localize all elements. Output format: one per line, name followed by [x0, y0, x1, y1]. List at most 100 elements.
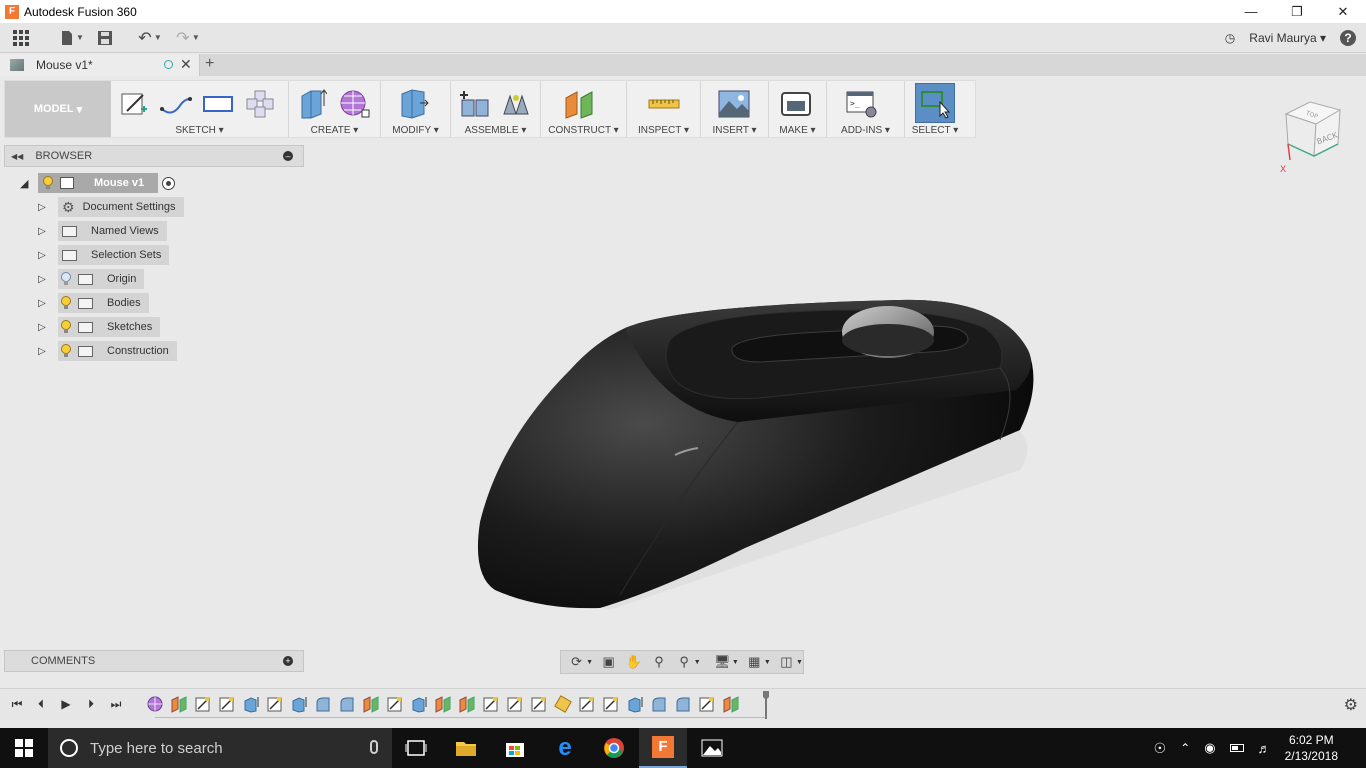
- modify-menu[interactable]: MODIFY ▾: [381, 125, 450, 136]
- zoom-caret-icon[interactable]: ▼: [694, 659, 701, 666]
- tree-item-construction[interactable]: ▷ Construction: [38, 341, 177, 361]
- timeline-plane-feature-icon[interactable]: [170, 695, 188, 713]
- expander-icon[interactable]: ▷: [38, 322, 58, 333]
- create-menu[interactable]: CREATE ▾: [289, 125, 380, 136]
- construct-menu[interactable]: CONSTRUCT ▾: [541, 125, 626, 136]
- expander-icon[interactable]: ▷: [38, 202, 58, 213]
- add-comment-icon[interactable]: +: [283, 656, 293, 666]
- timeline-extrude-feature-icon[interactable]: [410, 695, 428, 713]
- new-tab-icon[interactable]: +: [205, 55, 214, 73]
- minimize-browser-icon[interactable]: –: [283, 151, 293, 161]
- pan-icon[interactable]: ✋: [624, 652, 643, 672]
- orbit-icon[interactable]: ⟳: [567, 652, 586, 672]
- insert-menu[interactable]: INSERT ▾: [701, 125, 768, 136]
- timeline-sketch-feature-icon[interactable]: [530, 695, 548, 713]
- timeline-sketch-feature-icon[interactable]: [482, 695, 500, 713]
- view-cube[interactable]: TOP BACK X: [1280, 96, 1344, 174]
- clock[interactable]: 6:02 PM 2/13/2018: [1285, 732, 1338, 764]
- expander-icon[interactable]: ▷: [38, 298, 58, 309]
- display-caret-icon[interactable]: ▼: [732, 659, 739, 666]
- expander-icon[interactable]: ▷: [38, 226, 58, 237]
- timeline-plane-feature-icon[interactable]: [362, 695, 380, 713]
- edge-browser-icon[interactable]: e: [541, 728, 589, 768]
- add-ins-menu[interactable]: ADD-INS ▾: [827, 125, 904, 136]
- windows-start-icon[interactable]: [0, 728, 48, 768]
- grid-settings-icon[interactable]: ▦: [745, 652, 764, 672]
- scripts-addins-icon[interactable]: >_: [845, 87, 879, 121]
- expander-icon[interactable]: ▷: [38, 274, 58, 285]
- visibility-bulb-icon[interactable]: [58, 319, 74, 335]
- timeline-fillet-feature-icon[interactable]: [314, 695, 332, 713]
- timeline-sketch-feature-icon[interactable]: [266, 695, 284, 713]
- activate-component-icon[interactable]: [162, 176, 176, 190]
- timeline-sketch-feature-icon[interactable]: [386, 695, 404, 713]
- zoom-icon[interactable]: ⚲: [649, 652, 668, 672]
- task-view-icon[interactable]: [392, 728, 440, 768]
- sketch-group[interactable]: SKETCH ▾: [111, 81, 289, 137]
- minimize-button[interactable]: —: [1228, 0, 1274, 23]
- measure-icon[interactable]: [647, 87, 681, 121]
- visibility-bulb-icon[interactable]: [58, 343, 74, 359]
- document-tab[interactable]: Mouse v1* ✕: [0, 54, 200, 76]
- visibility-bulb-off-icon[interactable]: [58, 271, 74, 287]
- wifi-icon[interactable]: ◉: [1204, 740, 1215, 756]
- offset-plane-icon[interactable]: [563, 87, 597, 121]
- visibility-bulb-icon[interactable]: [40, 175, 56, 191]
- display-settings-icon[interactable]: 🖥: [713, 652, 732, 672]
- save-icon[interactable]: [92, 25, 118, 51]
- new-component-icon[interactable]: [457, 87, 491, 121]
- timeline-shell-feature-icon[interactable]: [554, 695, 572, 713]
- tree-item-document-settings[interactable]: ▷ ⚙ Document Settings: [38, 197, 184, 217]
- tree-item-selection-sets[interactable]: ▷ Selection Sets: [38, 245, 170, 265]
- select-group[interactable]: SELECT ▾: [905, 81, 965, 137]
- make-menu[interactable]: MAKE ▾: [769, 125, 826, 136]
- timeline-settings-gear-icon[interactable]: ⚙: [1344, 695, 1358, 715]
- taskbar-search-box[interactable]: Type here to search: [48, 728, 392, 768]
- arc-icon[interactable]: [159, 87, 193, 121]
- joint-icon[interactable]: [499, 87, 533, 121]
- file-explorer-icon[interactable]: [442, 728, 490, 768]
- play-icon[interactable]: ▶: [57, 695, 75, 713]
- construct-group[interactable]: CONSTRUCT ▾: [541, 81, 627, 137]
- form-icon[interactable]: [337, 87, 371, 121]
- store-icon[interactable]: [491, 728, 539, 768]
- sketch-move-icon[interactable]: [243, 87, 277, 121]
- job-status-clock-icon[interactable]: ◷: [1225, 31, 1235, 45]
- viewports-caret-icon[interactable]: ▼: [796, 659, 803, 666]
- timeline-sketch-feature-icon[interactable]: [698, 695, 716, 713]
- expander-icon[interactable]: ▷: [38, 346, 58, 357]
- make-group[interactable]: MAKE ▾: [769, 81, 827, 137]
- help-icon[interactable]: ?: [1340, 30, 1356, 46]
- step-forward-icon[interactable]: ⏵: [82, 695, 100, 713]
- grid-caret-icon[interactable]: ▼: [764, 659, 771, 666]
- expander-icon[interactable]: ▷: [38, 250, 58, 261]
- select-icon[interactable]: [915, 83, 955, 123]
- go-to-end-icon[interactable]: ⏭: [107, 695, 125, 713]
- zoom-window-icon[interactable]: ⚲: [675, 652, 694, 672]
- viewports-icon[interactable]: ◫: [777, 652, 796, 672]
- timeline-plane-feature-icon[interactable]: [458, 695, 476, 713]
- modify-group[interactable]: MODIFY ▾: [381, 81, 451, 137]
- data-panel-grid-icon[interactable]: [8, 25, 34, 51]
- rectangle-icon[interactable]: [201, 87, 235, 121]
- microphone-icon[interactable]: [370, 740, 378, 754]
- create-group[interactable]: CREATE ▾: [289, 81, 381, 137]
- show-hidden-icons-chevron-icon[interactable]: ⌃: [1180, 741, 1190, 755]
- timeline-plane-feature-icon[interactable]: [434, 695, 452, 713]
- timeline-extrude-feature-icon[interactable]: [290, 695, 308, 713]
- volume-icon[interactable]: ♬: [1258, 741, 1271, 756]
- timeline-fillet-feature-icon[interactable]: [674, 695, 692, 713]
- add-ins-group[interactable]: >_ ADD-INS ▾: [827, 81, 905, 137]
- timeline-form-feature-icon[interactable]: [146, 695, 164, 713]
- tree-item-named-views[interactable]: ▷ Named Views: [38, 221, 167, 241]
- people-icon[interactable]: ☉: [1154, 740, 1167, 757]
- chrome-browser-icon[interactable]: [590, 728, 638, 768]
- tree-item-origin[interactable]: ▷ Origin: [38, 269, 145, 289]
- workspace-switcher[interactable]: MODEL ▾: [5, 81, 111, 137]
- timeline-extrude-feature-icon[interactable]: [626, 695, 644, 713]
- insert-image-icon[interactable]: [717, 87, 751, 121]
- look-at-icon[interactable]: ▣: [599, 652, 618, 672]
- undo-caret-icon[interactable]: ▼: [154, 33, 162, 42]
- extrude-icon[interactable]: [295, 87, 329, 121]
- timeline-extrude-feature-icon[interactable]: [242, 695, 260, 713]
